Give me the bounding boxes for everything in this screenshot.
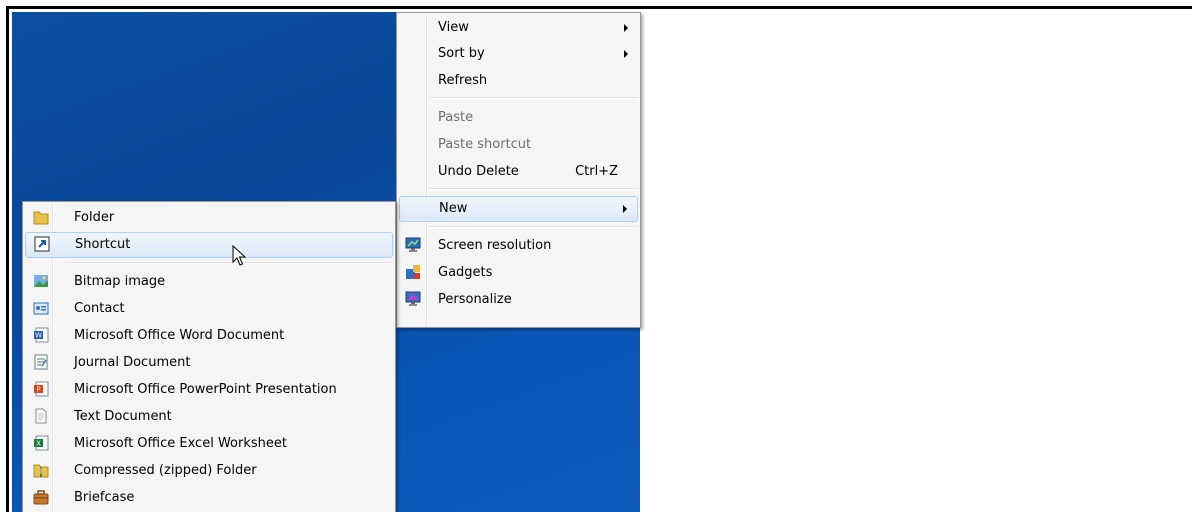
personalize-icon [405,291,421,306]
menu-item-sort-by-label: Sort by [438,46,485,61]
submenu-item-journal-document[interactable]: Journal Document [25,350,393,376]
gadgets-icon [406,265,420,279]
journal-icon [34,354,48,370]
submenu-item-excel-worksheet[interactable]: X Microsoft Office Excel Worksheet [25,431,393,457]
new-submenu: Folder Shortcut Bitmap image Contact W M… [22,201,396,512]
svg-text:X: X [36,440,41,448]
submenu-item-contact[interactable]: Contact [25,296,393,322]
briefcase-icon [33,490,49,505]
menu-item-paste-shortcut[interactable]: Paste shortcut [399,132,638,158]
menu-item-view[interactable]: View [399,15,638,41]
svg-text:P: P [36,386,40,394]
submenu-item-label: Folder [74,210,115,225]
menu-item-screen-resolution[interactable]: Screen resolution [399,233,638,259]
keyboard-shortcut-label: Ctrl+Z [575,164,618,179]
bitmap-icon [34,275,48,287]
submenu-item-label: Microsoft Office Word Document [74,328,285,343]
menu-separator [65,262,393,264]
submenu-arrow-icon [623,205,627,213]
menu-separator [429,188,638,190]
submenu-item-bitmap-image[interactable]: Bitmap image [25,269,393,295]
mouse-cursor-icon [232,245,246,266]
menu-item-new[interactable]: New [399,196,638,222]
submenu-item-briefcase[interactable]: Briefcase [25,485,393,511]
menu-separator [429,97,638,99]
menu-item-personalize-label: Personalize [438,292,512,307]
submenu-item-text-document[interactable]: Text Document [25,404,393,430]
excel-icon: X [34,435,49,451]
submenu-item-powerpoint-presentation[interactable]: P Microsoft Office PowerPoint Presentati… [25,377,393,403]
submenu-item-word-document[interactable]: W Microsoft Office Word Document [25,323,393,349]
word-icon: W [34,327,49,343]
submenu-arrow-icon [624,24,628,32]
submenu-item-label: Briefcase [74,490,135,505]
menu-item-undo-delete[interactable]: Undo Delete Ctrl+Z [399,159,638,185]
zip-folder-icon [33,464,49,478]
submenu-item-label: Compressed (zipped) Folder [74,463,257,478]
menu-item-paste[interactable]: Paste [399,105,638,131]
menu-item-sort-by[interactable]: Sort by [399,41,638,67]
menu-item-new-label: New [439,201,468,216]
submenu-item-label: Shortcut [75,237,131,252]
submenu-item-label: Microsoft Office PowerPoint Presentation [74,382,337,397]
menu-item-gadgets[interactable]: Gadgets [399,260,638,286]
screen-resolution-icon [405,237,421,252]
submenu-item-folder[interactable]: Folder [25,205,393,231]
submenu-item-label: Microsoft Office Excel Worksheet [74,436,287,451]
submenu-item-label: Contact [74,301,125,316]
text-document-icon [35,408,47,424]
contact-icon [33,302,49,315]
submenu-item-label: Bitmap image [74,274,166,289]
menu-item-gadgets-label: Gadgets [438,265,493,280]
submenu-arrow-icon [624,50,628,58]
submenu-item-shortcut[interactable]: Shortcut [25,232,393,258]
shortcut-icon [34,236,50,252]
menu-item-paste-label: Paste [438,110,474,125]
desktop-context-menu: View Sort by Refresh Paste Paste shortcu… [396,12,641,328]
menu-item-personalize[interactable]: Personalize [399,287,638,313]
menu-item-refresh[interactable]: Refresh [399,68,638,94]
submenu-item-zipped-folder[interactable]: Compressed (zipped) Folder [25,458,393,484]
menu-item-paste-shortcut-label: Paste shortcut [438,137,532,152]
submenu-item-label: Text Document [74,409,172,424]
menu-item-view-label: View [438,20,469,35]
folder-icon [33,211,49,225]
submenu-item-label: Journal Document [74,355,191,370]
svg-text:W: W [35,332,42,340]
screenshot-frame: View Sort by Refresh Paste Paste shortcu… [6,6,1192,512]
menu-item-refresh-label: Refresh [438,73,488,88]
menu-item-screen-resolution-label: Screen resolution [438,238,552,253]
menu-item-undo-delete-label: Undo Delete [438,164,519,179]
powerpoint-icon: P [34,381,49,397]
menu-separator [429,226,638,228]
